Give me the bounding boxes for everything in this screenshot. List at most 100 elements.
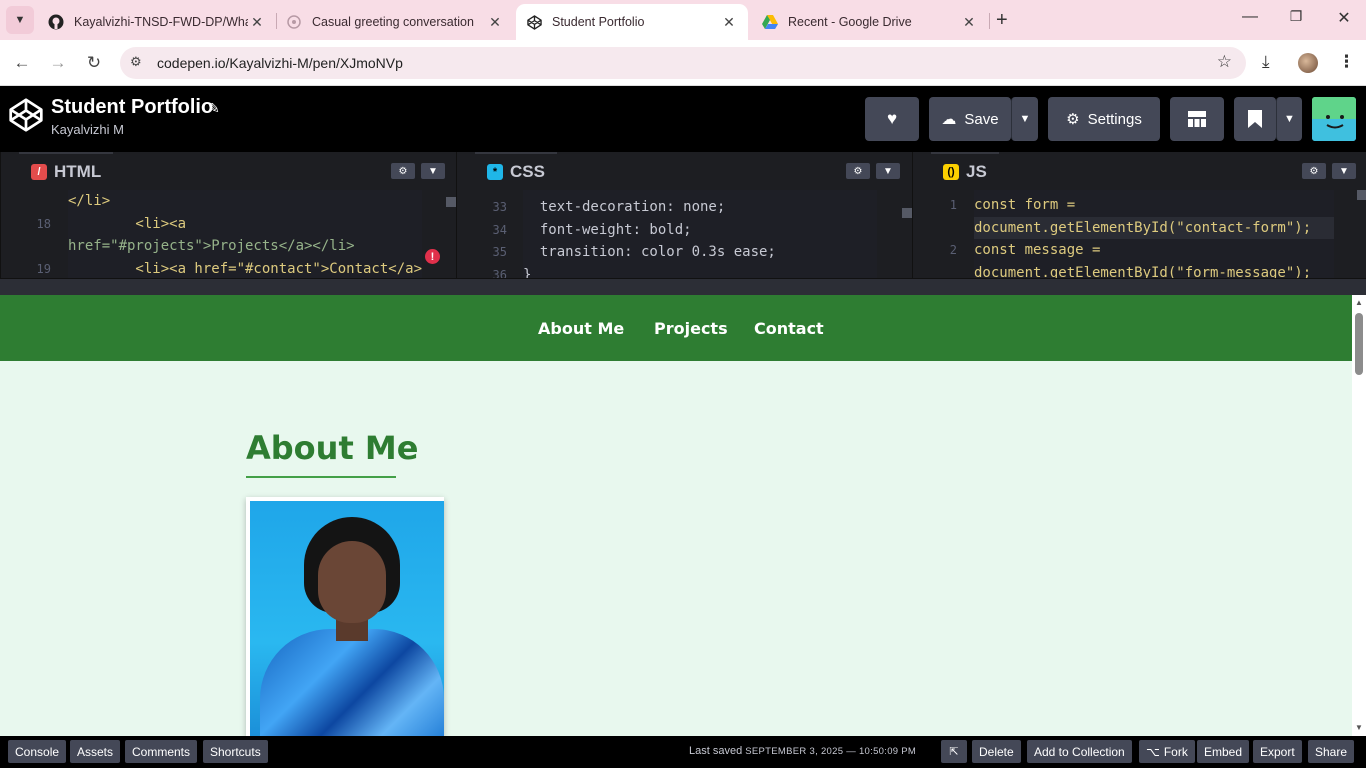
edit-pencil-icon[interactable]: ✎ [208,100,220,117]
js-icon: () [943,164,959,180]
close-icon[interactable]: ✕ [248,14,266,31]
tab-title: Recent - Google Drive [788,15,912,29]
preview-scrollbar-thumb[interactable] [1355,313,1363,375]
tab-github[interactable]: Kayalvizhi-TNSD-FWD-DP/Wha ✕ [38,4,276,40]
export-button[interactable]: Export [1253,740,1302,763]
chat-icon [286,14,302,30]
nav-link-contact[interactable]: Contact [754,319,824,338]
html-code-area[interactable]: </li> <li><a href="#projects">Projects</… [68,190,422,278]
css-scrollbar-thumb[interactable] [902,208,912,218]
close-icon[interactable]: ✕ [960,14,978,31]
tab-chat[interactable]: Casual greeting conversation ✕ [276,4,514,40]
user-avatar[interactable] [1312,97,1356,141]
css-pane-header: * CSS [475,152,557,190]
nav-link-about[interactable]: About Me [538,319,624,338]
line-number: 18 [36,216,51,231]
save-button[interactable]: ☁ Save [929,97,1011,141]
preview-scrollbar[interactable]: ▲ ▼ [1352,295,1366,736]
tab-search-button[interactable]: ▼ [6,6,34,34]
html-pane-header: / HTML [19,152,114,190]
css-editor-pane: * CSS ⚙ ▼ 33 34 35 36 text-decoration: n… [456,152,912,282]
close-icon[interactable]: ✕ [486,14,504,31]
css-collapse-button[interactable]: ▼ [876,163,900,179]
code-line: transition: color 0.3s ease; [523,244,776,260]
layout-icon [1188,111,1206,127]
code-line: font-weight: bold; [523,221,692,238]
scroll-up-icon[interactable]: ▲ [1355,298,1363,307]
tab-title: Casual greeting conversation [312,15,474,29]
error-icon[interactable]: ! [425,249,440,264]
delete-button[interactable]: Delete [972,740,1021,763]
code-line: text-decoration: none; [523,199,726,215]
browser-menu-icon[interactable]: ⋮ [1338,52,1355,72]
love-button[interactable]: ♥ [865,97,919,141]
scroll-down-icon[interactable]: ▼ [1355,723,1363,732]
line-number [11,190,51,213]
html-collapse-button[interactable]: ▼ [421,163,445,179]
url-text[interactable]: codepen.io/Kayalvizhi-M/pen/XJmoNVp [157,55,403,71]
google-drive-icon [762,14,778,30]
tab-title: Student Portfolio [552,15,645,29]
line-number: 35 [492,245,507,259]
assets-button[interactable]: Assets [70,740,121,763]
gear-icon: ⚙ [1066,111,1080,128]
window-close-button[interactable]: ✕ [1334,8,1354,28]
save-label: Save [964,110,999,128]
layout-button[interactable] [1170,97,1224,141]
css-code-area[interactable]: text-decoration: none; font-weight: bold… [523,190,877,278]
embed-button[interactable]: Embed [1197,740,1250,763]
address-bar[interactable]: ⚙ codepen.io/Kayalvizhi-M/pen/XJmoNVp ☆ [120,47,1246,79]
forward-button[interactable]: → [46,51,70,75]
profile-avatar[interactable] [1298,53,1318,73]
css-settings-button[interactable]: ⚙ [846,163,870,179]
open-external-button[interactable]: ⇱ [941,740,967,763]
bookmark-star-icon[interactable]: ☆ [1217,52,1232,72]
comments-button[interactable]: Comments [125,740,198,763]
close-icon[interactable]: ✕ [720,14,738,31]
pen-author[interactable]: Kayalvizhi M [51,122,124,137]
last-saved-time: SEPTEMBER 3, 2025 — 10:50:09 PM [745,746,917,757]
console-button[interactable]: Console [8,740,67,763]
nav-link-projects[interactable]: Projects [654,319,728,338]
code-line: href="#projects">Projects</a></li> [68,238,355,254]
save-options-button[interactable]: ▼ [1011,97,1038,141]
cloud-icon: ☁ [941,111,957,128]
shortcuts-button[interactable]: Shortcuts [203,740,268,763]
tab-google-drive[interactable]: Recent - Google Drive ✕ [752,4,988,40]
back-button[interactable]: ← [10,51,34,75]
code-line: <li><a href="#contact">Contact</a> [68,260,422,277]
html-editor-pane: / HTML ⚙ ▼ 18 19 </li> <li><a href="#pro… [0,152,456,278]
codepen-footer: Console Assets Comments Shortcuts Last s… [0,736,1366,768]
share-button[interactable]: Share [1308,740,1355,763]
restore-button[interactable]: ❐ [1286,8,1306,25]
external-link-icon: ⇱ [949,746,959,758]
editor-resize-handle[interactable] [0,278,1366,295]
js-collapse-button[interactable]: ▼ [1332,163,1356,179]
fork-button[interactable]: ⌥ Fork [1139,740,1195,763]
css-icon: * [487,164,503,180]
bookmark-button[interactable] [1234,97,1276,141]
minimize-button[interactable]: — [1240,8,1260,26]
downloads-icon[interactable]: ⤓ [1262,52,1270,72]
settings-button[interactable]: ⚙ Settings [1048,97,1160,141]
line-number: 34 [492,222,507,237]
html-settings-button[interactable]: ⚙ [391,163,415,179]
site-info-icon[interactable]: ⚙ [130,54,142,70]
new-tab-button[interactable]: + [996,9,1008,32]
js-settings-button[interactable]: ⚙ [1302,163,1326,179]
editor-panels: / HTML ⚙ ▼ 18 19 </li> <li><a href="#pro… [0,152,1366,282]
heart-icon: ♥ [886,109,898,128]
bookmark-options-button[interactable]: ▼ [1276,97,1302,141]
code-line: document.getElementById("form-message"); [974,264,1312,279]
html-scrollbar-thumb[interactable] [446,197,456,207]
tab-divider [989,13,990,29]
js-code-area[interactable]: const form = document.getElementById("co… [974,190,1334,278]
js-scrollbar-thumb[interactable] [1357,190,1366,200]
tab-student-portfolio[interactable]: Student Portfolio ✕ [516,4,748,40]
reload-button[interactable]: ↻ [82,51,106,75]
pen-title[interactable]: Student Portfolio [51,96,213,119]
line-number: 33 [492,200,507,214]
codepen-logo-icon[interactable] [8,97,44,133]
add-to-collection-button[interactable]: Add to Collection [1027,740,1132,763]
code-line: } [523,266,532,279]
